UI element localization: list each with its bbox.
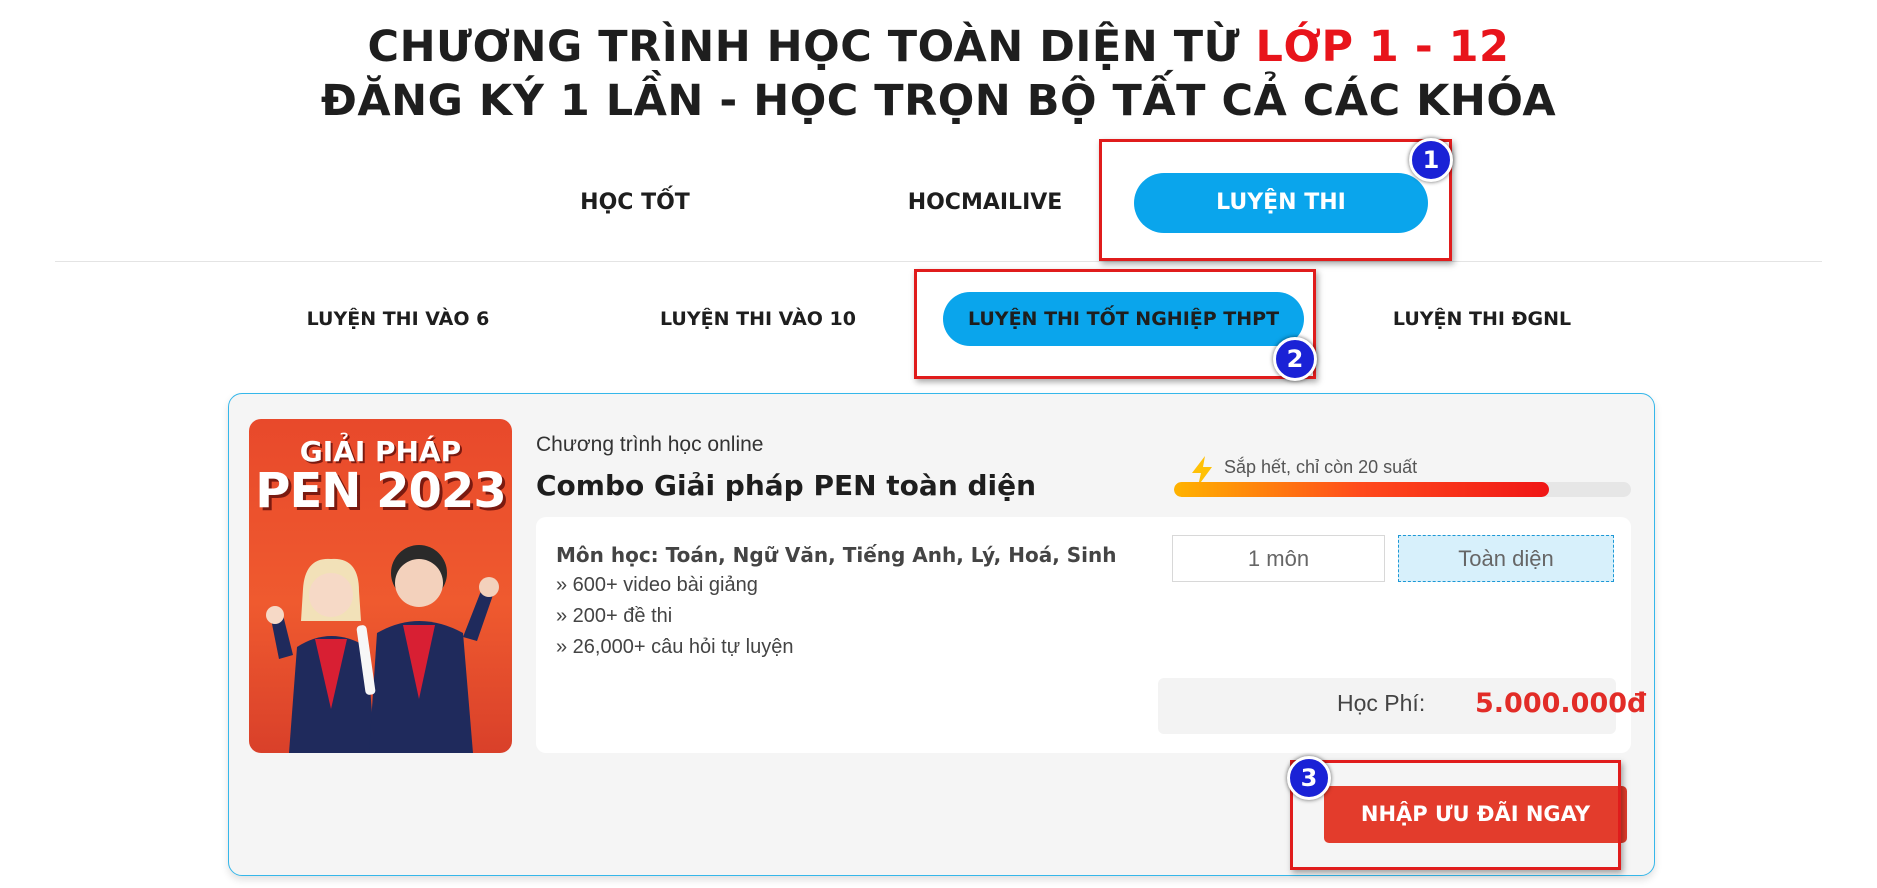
stock-progress-fill	[1174, 482, 1549, 497]
headline-prefix: CHƯƠNG TRÌNH HỌC TOÀN DIỆN TỪ	[367, 22, 1256, 72]
course-type: Chương trình học online	[536, 433, 764, 456]
feature-item: » 26,000+ câu hỏi tự luyện	[556, 636, 794, 658]
course-thumbnail[interactable]: GIẢI PHÁP PEN 2023	[249, 419, 512, 753]
annotation-box-3	[1290, 760, 1621, 870]
fee-value: 5.000.000đ	[1475, 688, 1647, 719]
stock-progress-bar	[1174, 482, 1631, 497]
headline-line-1: CHƯƠNG TRÌNH HỌC TOÀN DIỆN TỪ LỚP 1 - 12	[0, 22, 1877, 72]
subtab-luyen-thi-vao-6[interactable]: LUYỆN THI VÀO 6	[278, 292, 518, 346]
feature-item: » 200+ đề thi	[556, 605, 673, 627]
annotation-box-2	[914, 269, 1316, 379]
feature-item: » 600+ video bài giảng	[556, 574, 758, 596]
course-subjects: Môn học: Toán, Ngữ Văn, Tiếng Anh, Lý, H…	[556, 543, 1117, 567]
annotation-badge-2: 2	[1273, 337, 1317, 381]
annotation-box-1	[1099, 139, 1452, 261]
tab-hocmailive[interactable]: HOCMAILIVE	[870, 173, 1100, 233]
fee-label: Học Phí:	[1337, 690, 1426, 716]
headline-line-2: ĐĂNG KÝ 1 LẦN - HỌC TRỌN BỘ TẤT CẢ CÁC K…	[320, 76, 1557, 126]
students-illustration	[266, 545, 499, 753]
tab-divider	[55, 261, 1822, 262]
course-name: Combo Giải pháp PEN toàn diện	[536, 469, 1037, 502]
option-toan-dien[interactable]: Toàn diện	[1398, 535, 1614, 582]
tab-hoc-tot[interactable]: HỌC TỐT	[530, 173, 740, 233]
annotation-badge-1: 1	[1409, 138, 1453, 182]
subtab-luyen-thi-vao-10[interactable]: LUYỆN THI VÀO 10	[638, 292, 878, 346]
stock-status-text: Sắp hết, chỉ còn 20 suất	[1224, 457, 1418, 477]
option-1-mon[interactable]: 1 môn	[1172, 535, 1385, 582]
thumbnail-title-line-2: PEN 2023	[255, 463, 506, 519]
annotation-badge-3: 3	[1287, 756, 1331, 800]
headline-highlight: LỚP 1 - 12	[1255, 22, 1510, 72]
subtab-luyen-thi-dgnl[interactable]: LUYỆN THI ĐGNL	[1362, 292, 1602, 346]
